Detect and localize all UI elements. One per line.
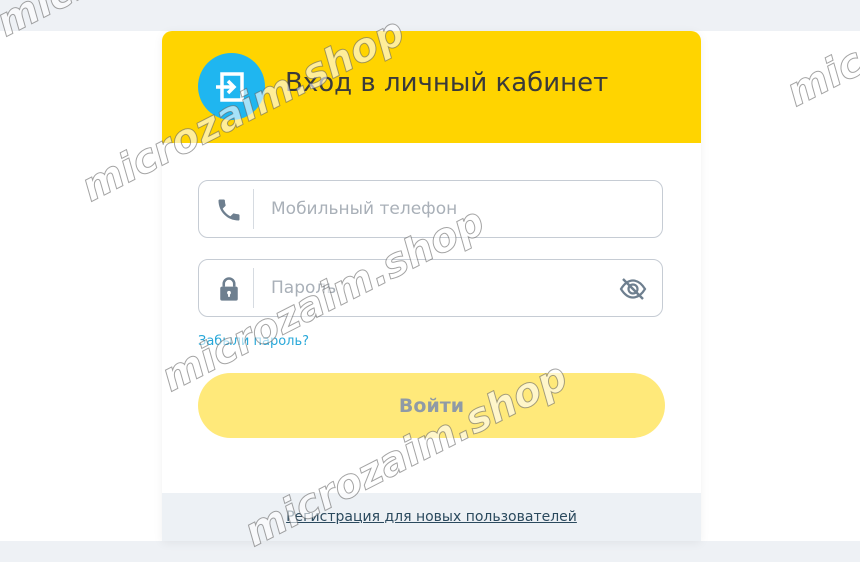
login-card: Вход в личный кабинет Мобильный телефон … [162, 31, 701, 541]
lock-icon [215, 275, 243, 303]
login-header: Вход в личный кабинет [162, 31, 701, 143]
phone-field[interactable] [198, 180, 663, 238]
password-field[interactable] [198, 259, 663, 317]
password-input[interactable] [265, 261, 605, 315]
page-top-background [0, 0, 860, 31]
login-title: Вход в личный кабинет [285, 68, 609, 98]
register-link[interactable]: Регистрация для новых пользователей [162, 509, 701, 525]
login-exit-icon [198, 53, 265, 120]
phone-field-divider [253, 189, 254, 229]
login-footer: Регистрация для новых пользователей [162, 493, 701, 541]
eye-crossed-icon[interactable] [618, 274, 648, 304]
forgot-password-link[interactable]: Забыли пароль? [198, 334, 309, 349]
password-field-divider [253, 268, 254, 308]
phone-icon [215, 196, 243, 224]
phone-input[interactable] [265, 182, 605, 236]
page-bottom-background [0, 541, 860, 562]
login-button[interactable]: Войти [198, 373, 665, 438]
